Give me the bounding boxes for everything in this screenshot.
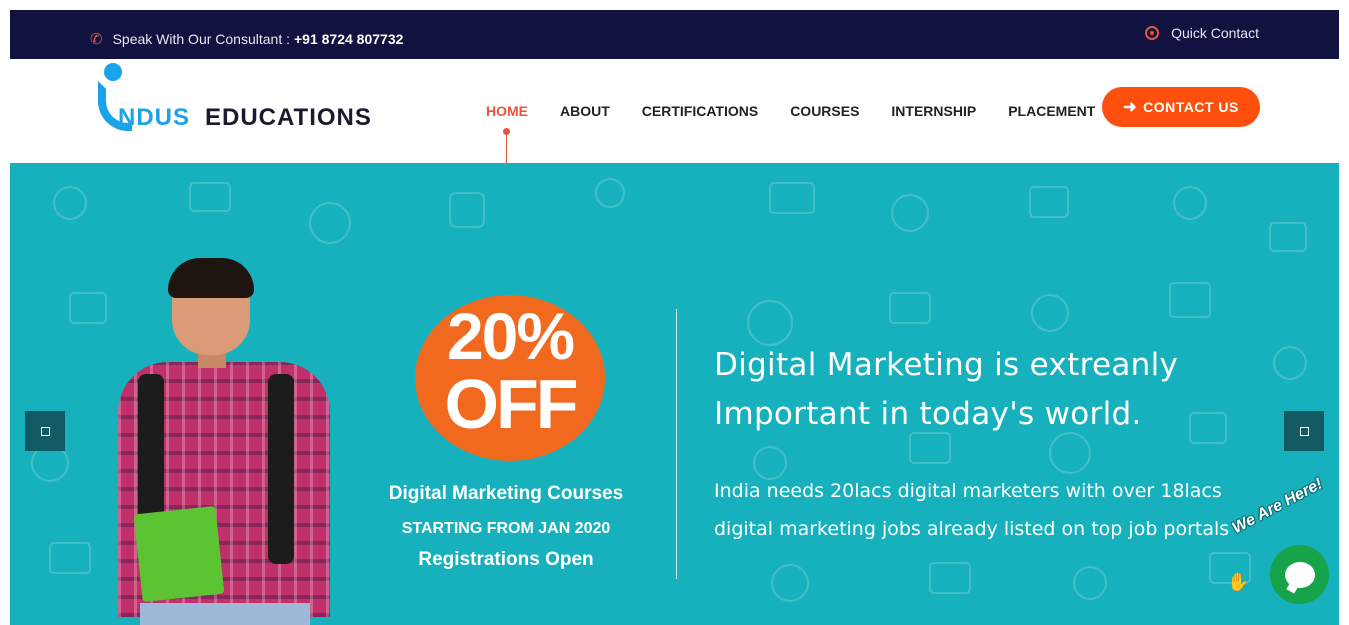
site-logo[interactable]: NDUS EDUCATIONS bbox=[98, 63, 388, 133]
logo-text-indus: NDUS bbox=[118, 104, 191, 131]
hero-headline: Digital Marketing is extreanly Important… bbox=[714, 341, 1178, 439]
consultant-contact: ✆ Speak With Our Consultant : +91 8724 8… bbox=[90, 30, 403, 48]
logo-text-educations: EDUCATIONS bbox=[205, 104, 372, 131]
backpack-strap-right bbox=[268, 374, 294, 564]
slider-next-button[interactable] bbox=[1284, 411, 1324, 451]
square-icon bbox=[1299, 426, 1309, 436]
hero-subtext-line2: digital marketing jobs already listed on… bbox=[714, 518, 1230, 540]
course-title: Digital Marketing Courses bbox=[388, 483, 624, 504]
nav-item-about[interactable]: ABOUT bbox=[560, 103, 610, 119]
waving-hand-icon: ✋ bbox=[1227, 572, 1250, 592]
page: ✆ Speak With Our Consultant : +91 8724 8… bbox=[0, 0, 1349, 625]
quick-contact-link[interactable]: Quick Contact bbox=[1145, 25, 1259, 41]
phone-icon: ✆ bbox=[90, 31, 103, 48]
chat-widget-button[interactable] bbox=[1270, 545, 1329, 604]
hero-subtext: India needs 20lacs digital marketers wit… bbox=[714, 472, 1229, 548]
discount-off: OFF bbox=[444, 365, 579, 443]
contact-us-button[interactable]: ➜ CONTACT US bbox=[1102, 87, 1260, 127]
site-header: NDUS EDUCATIONS HOME ABOUT CERTIFICATION… bbox=[10, 59, 1339, 163]
vertical-divider bbox=[676, 309, 677, 579]
main-nav: HOME ABOUT CERTIFICATIONS COURSES INTERN… bbox=[486, 103, 1127, 119]
slider-prev-button[interactable] bbox=[25, 411, 65, 451]
discount-badge: 20% OFF bbox=[415, 295, 605, 461]
student-image bbox=[100, 258, 350, 625]
nav-item-internship[interactable]: INTERNSHIP bbox=[891, 103, 976, 119]
logo-dot bbox=[104, 63, 122, 81]
top-bar: ✆ Speak With Our Consultant : +91 8724 8… bbox=[10, 10, 1339, 59]
nav-item-courses[interactable]: COURSES bbox=[790, 103, 859, 119]
nav-item-certifications[interactable]: CERTIFICATIONS bbox=[642, 103, 758, 119]
nav-item-home[interactable]: HOME bbox=[486, 103, 528, 119]
hero-headline-line1: Digital Marketing is extreanly bbox=[714, 347, 1179, 383]
contact-us-label: CONTACT US bbox=[1143, 99, 1239, 115]
square-icon bbox=[40, 426, 50, 436]
student-jeans bbox=[140, 603, 310, 625]
course-start-date: STARTING FROM JAN 2020 bbox=[401, 520, 611, 537]
active-nav-line bbox=[506, 133, 507, 163]
course-registration: Registrations Open bbox=[418, 549, 594, 570]
consultant-label: Speak With Our Consultant : bbox=[112, 31, 290, 47]
green-book bbox=[133, 505, 225, 603]
consultant-phone[interactable]: +91 8724 807732 bbox=[294, 31, 403, 47]
nav-item-placement[interactable]: PLACEMENT bbox=[1008, 103, 1095, 119]
student-hair bbox=[168, 258, 254, 298]
hero-subtext-line1: India needs 20lacs digital marketers wit… bbox=[714, 480, 1222, 502]
hero-headline-line2: Important in today's world. bbox=[714, 396, 1142, 432]
arrow-right-icon: ➜ bbox=[1123, 99, 1138, 116]
discount-percent: 20% bbox=[446, 299, 575, 373]
hero-slider: 20% OFF Digital Marketing Courses STARTI… bbox=[10, 163, 1339, 625]
chat-bubble-icon bbox=[1284, 561, 1315, 588]
quick-contact-label: Quick Contact bbox=[1171, 25, 1259, 41]
globe-icon bbox=[1145, 26, 1160, 40]
